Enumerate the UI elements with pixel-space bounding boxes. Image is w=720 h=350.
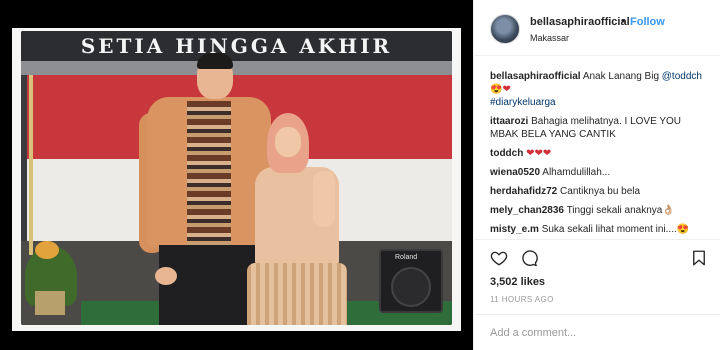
comment-username[interactable]: misty_e.m — [490, 224, 539, 235]
timestamp[interactable]: 11 HOURS AGO — [490, 295, 554, 304]
list-item: misty_e.m Suka sekali lihat moment ini..… — [490, 223, 712, 236]
woman-face — [275, 127, 301, 157]
caption-text: Anak Lanang Big — [582, 71, 662, 82]
header-separator: • — [621, 15, 625, 27]
comments-list: bellasaphiraofficial Anak Lanang Big @to… — [490, 70, 712, 242]
caption-emoji: 😍❤ — [490, 84, 511, 95]
instagram-post: SETIA HINGGA AKHIR Roland bellasaphiraof… — [0, 0, 720, 350]
bookmark-icon[interactable] — [690, 249, 708, 267]
speaker-brand-label: Roland — [395, 254, 418, 261]
heart-outline-icon[interactable] — [490, 249, 508, 267]
photo-wall — [21, 61, 452, 75]
divider — [474, 239, 720, 240]
comment-text: ❤❤❤ — [526, 148, 552, 159]
comment-text: Tinggi sekali anaknya👌🏼 — [566, 205, 675, 216]
action-bar — [490, 249, 708, 269]
post-photo: SETIA HINGGA AKHIR Roland — [21, 31, 452, 325]
add-comment-input[interactable] — [490, 324, 710, 342]
likes-count[interactable]: 3,502 likes — [490, 276, 545, 288]
list-item: mely_chan2836 Tinggi sekali anaknya👌🏼 — [490, 204, 712, 217]
comment-username[interactable]: toddch — [490, 148, 523, 159]
comment-username[interactable]: ittaarozi — [490, 116, 528, 127]
list-item: herdahafidz72 Cantiknya bu bela — [490, 185, 712, 198]
man-hand — [155, 267, 177, 285]
woman-arm — [313, 171, 335, 227]
divider — [474, 314, 720, 315]
man-batik-pattern — [187, 101, 231, 247]
header-username[interactable]: bellasaphiraofficial — [530, 16, 630, 28]
post-sidebar: bellasaphiraofficial • Follow Makassar b… — [473, 0, 720, 350]
avatar[interactable] — [490, 14, 520, 44]
photo-banner-text: SETIA HINGGA AKHIR — [21, 31, 452, 61]
comment-text: Cantiknya bu bela — [560, 186, 641, 197]
flag-pole — [29, 75, 33, 255]
speaker-amp: Roland — [379, 249, 443, 313]
post-header: bellasaphiraofficial • Follow Makassar — [474, 0, 720, 56]
plant-pot — [35, 291, 65, 315]
caption-mention[interactable]: @toddch — [662, 71, 702, 82]
location-link[interactable]: Makassar — [530, 33, 569, 43]
decor-flower — [35, 241, 59, 259]
comment-username[interactable]: mely_chan2836 — [490, 205, 564, 216]
caption-hashtag[interactable]: #diarykeluarga — [490, 97, 556, 108]
man-hair — [197, 53, 233, 69]
post-media[interactable]: SETIA HINGGA AKHIR Roland — [0, 0, 473, 350]
list-item: toddch ❤❤❤ — [490, 147, 712, 160]
caption: bellasaphiraofficial Anak Lanang Big @to… — [490, 70, 712, 109]
photo-frame: SETIA HINGGA AKHIR Roland — [12, 28, 461, 331]
caption-username[interactable]: bellasaphiraofficial — [490, 71, 581, 82]
speech-bubble-icon[interactable] — [520, 249, 538, 267]
comment-text: Suka sekali lihat moment ini....😍 — [541, 224, 690, 235]
speaker-grill — [391, 267, 431, 307]
comment-text: Alhamdulillah... — [542, 167, 611, 178]
comment-username[interactable]: herdahafidz72 — [490, 186, 557, 197]
list-item: ittaarozi Bahagia melihatnya. I LOVE YOU… — [490, 115, 712, 141]
follow-button[interactable]: Follow — [630, 16, 665, 28]
comment-username[interactable]: wiena0520 — [490, 167, 540, 178]
list-item: wiena0520 Alhamdulillah... — [490, 166, 712, 179]
woman-skirt — [247, 263, 347, 325]
